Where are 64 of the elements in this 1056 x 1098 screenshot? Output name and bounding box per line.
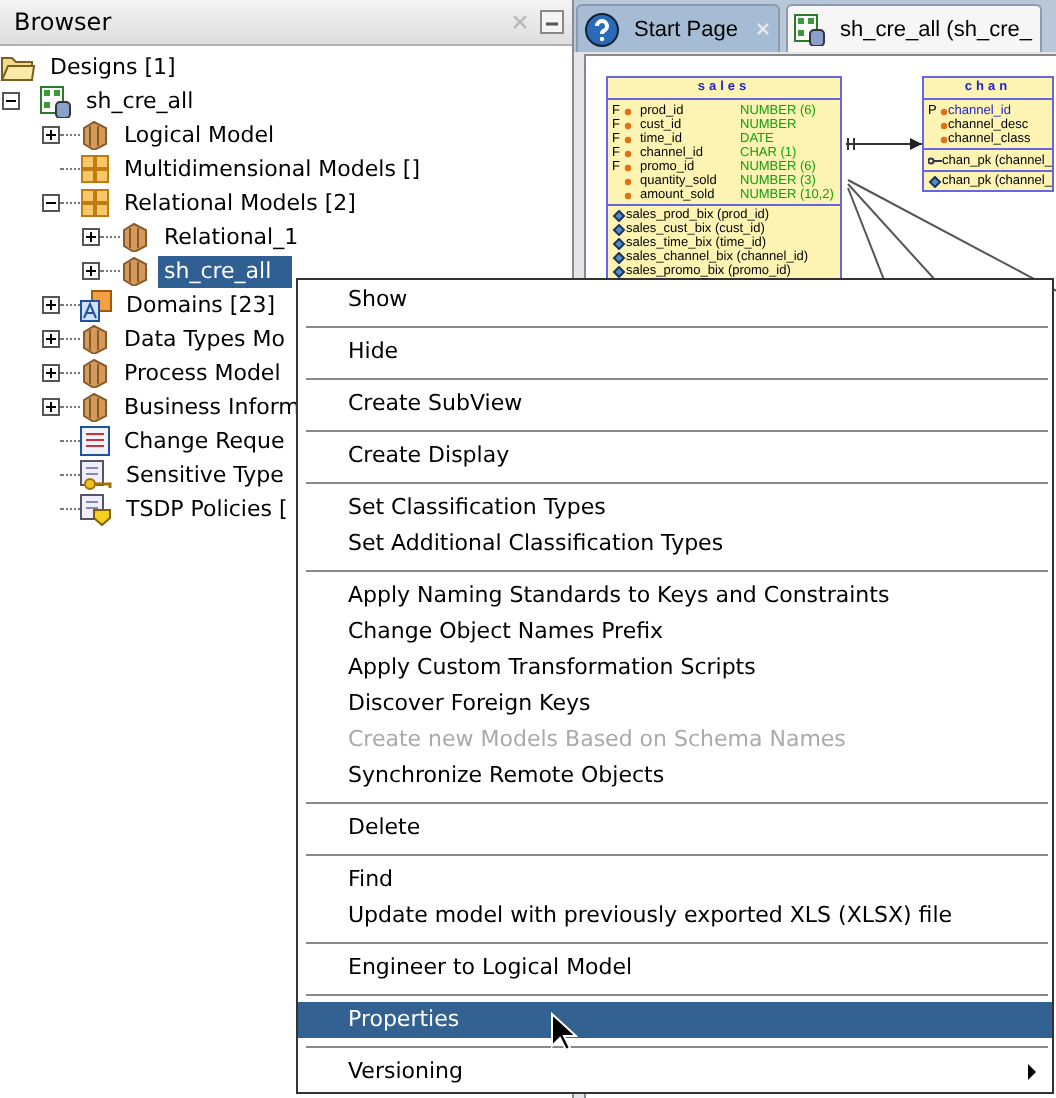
menu-item[interactable]: Hide — [298, 334, 1052, 370]
collapse-icon[interactable] — [42, 194, 60, 212]
editor-tab[interactable]: Start Page — [576, 4, 780, 52]
menu-item[interactable]: Apply Custom Transformation Scripts — [298, 650, 1052, 686]
menu-item[interactable]: Create Display — [298, 438, 1052, 474]
cube-icon — [80, 324, 110, 354]
folder-icon — [0, 53, 36, 81]
cube-icon — [80, 392, 110, 422]
domain-icon — [80, 289, 112, 321]
menu-item[interactable]: Engineer to Logical Model — [298, 950, 1052, 986]
menu-item[interactable]: Synchronize Remote Objects — [298, 758, 1052, 794]
menu-item[interactable]: Discover Foreign Keys — [298, 686, 1052, 722]
tree-item[interactable]: Relational Models [2] — [118, 187, 362, 219]
menu-item[interactable]: Set Additional Classification Types — [298, 526, 1052, 562]
design-icon — [40, 85, 72, 117]
menu-item[interactable]: Properties — [298, 1002, 1052, 1038]
tree-item[interactable]: Domains [23] — [120, 289, 281, 321]
tree-item[interactable]: Sensitive Type — [120, 459, 290, 491]
key-icon — [928, 156, 942, 166]
panel-title: Browser — [14, 8, 114, 36]
cube-icon — [120, 222, 150, 252]
collapse-icon[interactable] — [2, 92, 20, 110]
cube-icon — [80, 120, 110, 150]
menu-item[interactable]: Versioning — [298, 1054, 1052, 1090]
document-key-icon — [80, 459, 112, 491]
grid-icon — [80, 188, 110, 218]
expand-icon[interactable] — [42, 330, 60, 348]
menu-item[interactable]: Show — [298, 282, 1052, 318]
cube-icon — [80, 358, 110, 388]
cube-icon — [120, 256, 150, 286]
tree-item[interactable]: Change Reque — [118, 425, 291, 457]
tree-item[interactable]: Multidimensional Models [] — [118, 153, 427, 185]
tree-item[interactable]: Designs [1] — [44, 51, 182, 83]
tree-item[interactable]: Logical Model — [118, 119, 281, 151]
index-icon — [928, 175, 942, 187]
expand-icon[interactable] — [42, 398, 60, 416]
menu-item[interactable]: Delete — [298, 810, 1052, 846]
menu-item[interactable]: Find — [298, 862, 1052, 898]
design-icon — [793, 13, 826, 45]
minimize-icon[interactable] — [540, 10, 564, 34]
table-entity[interactable] — [606, 76, 842, 282]
relationship-line — [845, 137, 923, 151]
expand-icon[interactable] — [82, 262, 100, 280]
grid-icon — [80, 154, 110, 184]
expand-icon[interactable] — [82, 228, 100, 246]
menu-item[interactable]: Set Classification Types — [298, 490, 1052, 526]
document-shield-icon — [80, 493, 112, 525]
tree-item[interactable]: Data Types Mo — [118, 323, 291, 355]
expand-icon[interactable] — [42, 126, 60, 144]
tree-item[interactable]: Relational_1 — [158, 221, 305, 253]
tree-item[interactable]: sh_cre_all — [80, 85, 200, 117]
expand-icon[interactable] — [42, 364, 60, 382]
menu-item[interactable]: Change Object Names Prefix — [298, 614, 1052, 650]
menu-item[interactable]: Update model with previously exported XLS (XLSX) file — [298, 898, 1052, 934]
help-icon — [584, 11, 620, 47]
list-icon — [80, 426, 110, 456]
mouse-cursor-icon — [550, 1012, 578, 1052]
editor-tab[interactable]: sh_cre_all (sh_cre_ — [785, 4, 1042, 52]
expand-icon[interactable] — [42, 296, 60, 314]
menu-item[interactable]: Create SubView — [298, 386, 1052, 422]
menu-item[interactable]: Apply Naming Standards to Keys and Constraints — [298, 578, 1052, 614]
tree-item[interactable]: TSDP Policies [ — [120, 493, 294, 525]
tree-item[interactable]: sh_cre_all — [158, 255, 292, 287]
tree-item[interactable]: Process Model — [118, 357, 287, 389]
